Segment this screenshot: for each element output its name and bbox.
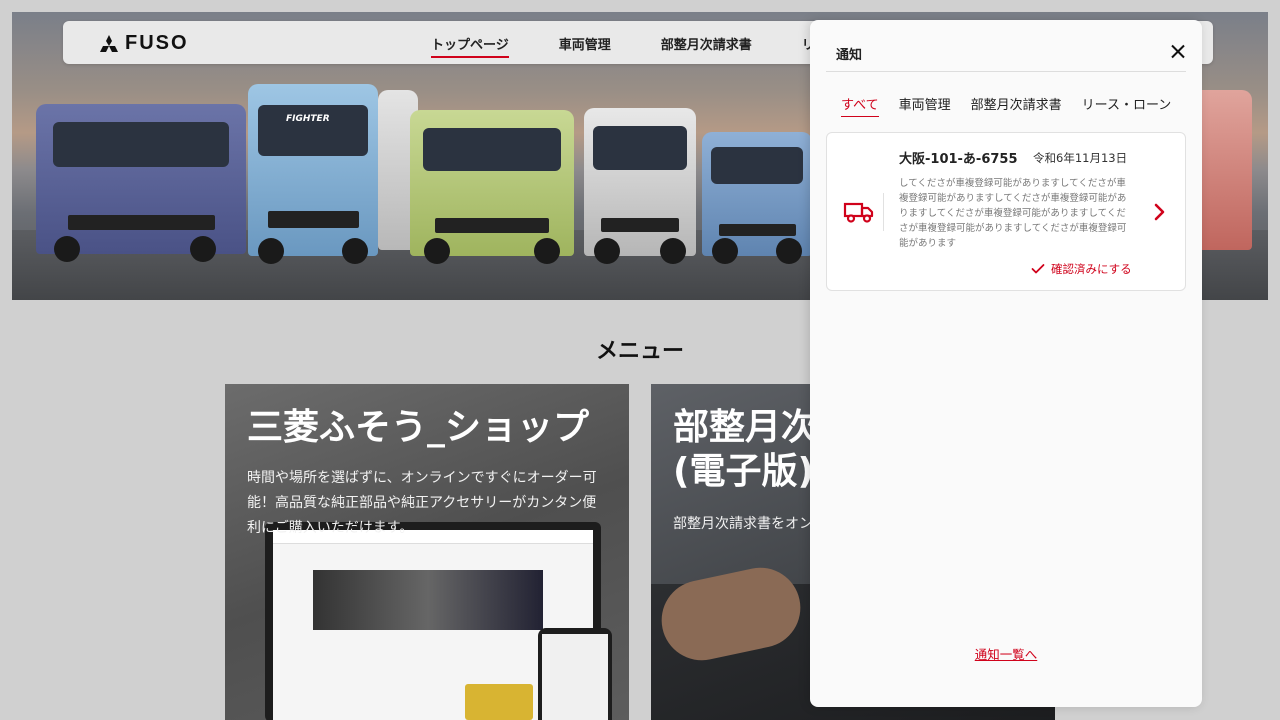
notification-item[interactable]: 大阪-101-あ-6755 令和6年11月13日 してくださが車複登録可能があり… <box>826 132 1186 291</box>
phone-image <box>538 628 612 720</box>
tab-lease-loan[interactable]: リース・ローン <box>1082 94 1172 117</box>
vehicle-truck-white <box>584 108 696 264</box>
truck-icon <box>843 202 874 223</box>
tab-monthly-invoice[interactable]: 部整月次請求書 <box>971 94 1062 117</box>
vehicle-minibus <box>702 132 812 264</box>
mark-as-read-label: 確認済みにする <box>1051 262 1132 276</box>
tab-all[interactable]: すべて <box>841 94 879 117</box>
nav-item-monthly-invoice[interactable]: 部整月次請求書 <box>661 34 752 58</box>
notification-list-link[interactable]: 通知一覧へ <box>810 644 1202 663</box>
notification-plate: 大阪-101-あ-6755 <box>899 152 1018 167</box>
nav-links: トップページ 車両管理 部整月次請求書 リー <box>431 34 828 58</box>
nav-item-top-page[interactable]: トップページ <box>431 34 509 58</box>
check-icon <box>1031 264 1045 274</box>
chevron-right-icon[interactable] <box>1153 202 1167 222</box>
notification-panel-title: 通知 <box>836 48 863 63</box>
notification-tabs: すべて 車両管理 部整月次請求書 リース・ローン <box>841 94 1191 117</box>
notification-date: 令和6年11月13日 <box>1033 151 1128 165</box>
vehicle-truck-fighter: FIGHTER <box>248 84 378 264</box>
shop-card-title: 三菱ふそう_ショップ <box>247 407 590 448</box>
logo-text: FUSO <box>125 32 189 54</box>
invoice-card-title-line1: 部整月次 <box>673 407 818 448</box>
vehicle-bus-green <box>410 110 574 264</box>
panel-divider <box>826 71 1186 72</box>
mitsubishi-logo-icon <box>100 34 118 52</box>
invoice-card-title-line2: (電子版) <box>673 451 814 492</box>
shop-card[interactable]: 三菱ふそう_ショップ 時間や場所を選ばずに、オンラインですぐにオーダー可能！高品… <box>225 384 629 720</box>
close-icon[interactable] <box>1166 40 1190 64</box>
tab-vehicle-management[interactable]: 車両管理 <box>899 94 951 117</box>
notification-divider <box>883 193 884 231</box>
shop-card-description: 時間や場所を選ばずに、オンラインですぐにオーダー可能！高品質な純正部品や純正アク… <box>247 470 597 536</box>
nav-item-vehicle-management[interactable]: 車両管理 <box>559 34 611 58</box>
mark-as-read-button[interactable]: 確認済みにする <box>1031 261 1132 277</box>
notification-body: してくださが車複登録可能がありますしてくださが車複登録可能がありますしてくださが… <box>899 178 1127 249</box>
notification-panel: 通知 すべて 車両管理 部整月次請求書 リース・ローン 大阪-101-あ-675… <box>810 20 1202 707</box>
fuso-logo[interactable]: FUSO <box>99 32 189 55</box>
fighter-badge: FIGHTER <box>286 114 330 124</box>
vehicle-bus-blue <box>36 104 246 262</box>
invoice-card-title: 部整月次 (電子版) <box>673 406 817 494</box>
basket-image <box>465 684 533 720</box>
